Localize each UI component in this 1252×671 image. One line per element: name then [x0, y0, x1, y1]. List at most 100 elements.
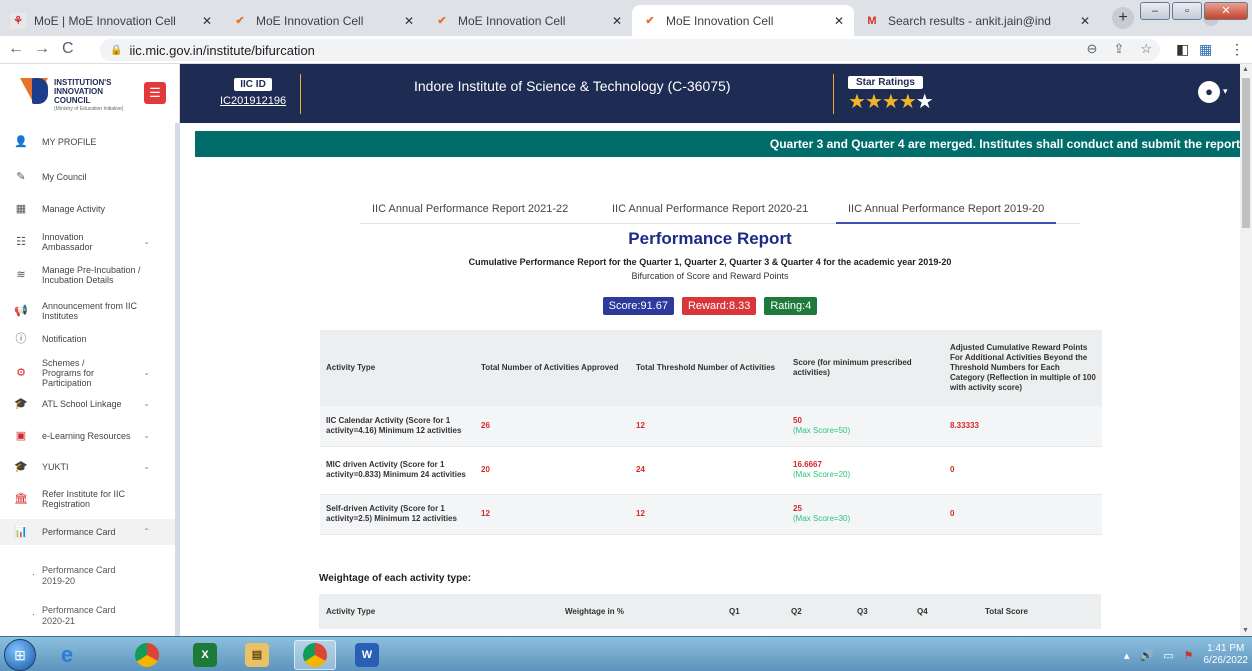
back-arrow-icon[interactable]: ← [8, 40, 24, 58]
close-icon[interactable]: ✕ [834, 14, 844, 28]
taskbar-word-icon[interactable]: W [346, 640, 388, 670]
reload-icon[interactable]: C [62, 40, 74, 58]
layers-icon: ≋ [16, 269, 26, 281]
iic-id-block: IIC ID IC201912196 [220, 76, 286, 107]
table-header-row: Activity Type Total Number of Activities… [320, 330, 1102, 406]
sidebar-item-manage-activity[interactable]: ▦ Manage Activity [0, 202, 175, 216]
score-value: 50 [793, 415, 802, 425]
announcement-marquee: Quarter 3 and Quarter 4 are merged. Inst… [195, 131, 1240, 157]
megaphone-icon: 📢 [14, 305, 28, 317]
sidebar-item-performance-card[interactable]: 📊 Performance Card ⌃ [0, 519, 175, 545]
score-cell: 25 (Max Score=30) [787, 494, 944, 535]
sidebar-item-my-profile[interactable]: 👤 MY PROFILE [0, 135, 175, 149]
sidepanel-icon[interactable]: ◧ [1176, 41, 1189, 58]
caret-down-icon[interactable]: ▾ [1223, 86, 1228, 97]
zoom-icon[interactable]: ⊖ [1087, 41, 1098, 57]
tab-title: Search results - ankit.jain@ind [888, 13, 1051, 28]
sidebar-item-yukti[interactable]: 🎓 YUKTI ⌄ [0, 460, 175, 474]
url-bar[interactable]: 🔒 iic.mic.gov.in/institute/bifurcation ⊖… [100, 39, 1160, 61]
star-filled-icon: ★ [881, 91, 900, 113]
scrollbar-thumb[interactable] [1242, 78, 1250, 228]
score-value: 16.6667 [793, 460, 822, 469]
scroll-down-arrow-icon[interactable]: ▼ [1242, 627, 1249, 634]
sidebar-item-label: YUKTI [42, 462, 69, 472]
forward-arrow-icon[interactable]: → [34, 40, 50, 58]
lock-icon: 🔒 [110, 44, 123, 56]
tab-report-2019-20[interactable]: IIC Annual Performance Report 2019-20 [836, 198, 1057, 224]
sidebar: 👤 MY PROFILE ✎ My Council ▦ Manage Activity… [0, 123, 180, 636]
browser-tab[interactable]: ✔ MoE Innovation Cell ✕ [222, 5, 424, 36]
close-icon[interactable]: ✕ [1080, 14, 1090, 28]
address-toolbar: ← → C 🔒 iic.mic.gov.in/institute/bifurca… [0, 36, 1252, 64]
sidebar-item-atl-school-linkage[interactable]: 🎓 ATL School Linkage ⌄ [0, 397, 175, 411]
column-header: Total Number of Activities Approved [475, 330, 630, 406]
iic-logo[interactable]: INSTITUTION'S INNOVATION COUNCIL (Minist… [0, 64, 180, 123]
menu-kebab-icon[interactable]: ⋮ [1230, 41, 1244, 58]
sidebar-item-schemes[interactable]: ⚙ Schemes / Programs for Participation ⌄ [0, 358, 175, 388]
tab-report-2020-21[interactable]: IIC Annual Performance Report 2020-21 [600, 198, 820, 224]
tab-title: MoE | MoE Innovation Cell [34, 13, 176, 28]
chevron-down-icon: ⌄ [143, 399, 150, 408]
share-icon[interactable]: ⇪ [1113, 41, 1124, 57]
window-close-button[interactable]: ✕ [1204, 2, 1248, 20]
column-header: Total Score [985, 607, 1028, 616]
tab-report-2021-22[interactable]: IIC Annual Performance Report 2021-22 [360, 198, 580, 224]
sidebar-item-label: Performance Card [42, 527, 116, 537]
sidebar-item-notification[interactable]: ⓘ Notification [0, 332, 175, 346]
sidebar-item-announcement[interactable]: 📢 Announcement from IIC Institutes [0, 299, 175, 323]
minimize-button[interactable]: – [1140, 2, 1170, 20]
sidebar-item-label: Refer Institute for IIC Registration [42, 489, 126, 509]
browser-tab[interactable]: ⚘ MoE | MoE Innovation Cell ✕ [0, 5, 222, 36]
tray-expand-icon[interactable]: ▴ [1124, 649, 1130, 662]
user-avatar-icon[interactable]: ● [1198, 81, 1220, 103]
hamburger-menu-icon[interactable]: ☰ [144, 82, 166, 104]
sidebar-subitem-performance-card-2020[interactable]: Performance Card 2020-21 [32, 605, 122, 627]
table-icon: ▦ [15, 203, 27, 215]
chevron-down-icon: ⌄ [143, 431, 150, 440]
max-score-value: (Max Score=30) [793, 514, 851, 523]
extension-icon[interactable]: ▦ [1199, 41, 1212, 58]
sidebar-item-refer-institute[interactable]: 🏛 Refer Institute for IIC Registration [0, 487, 175, 511]
sidebar-item-innovation-ambassador[interactable]: ☷ Innovation Ambassador ⌄ [0, 230, 175, 254]
sidebar-subitem-performance-card-2019[interactable]: Performance Card 2019-20 [32, 565, 122, 587]
report-subtitle-secondary: Bifurcation of Score and Reward Points [631, 271, 789, 281]
reward-cell: 8.33333 [944, 406, 1102, 447]
volume-icon[interactable]: 🔊 [1140, 649, 1154, 662]
browser-tab-active[interactable]: ✔ MoE Innovation Cell ✕ [632, 5, 854, 36]
browser-tab[interactable]: ✔ MoE Innovation Cell ✕ [424, 5, 632, 36]
rating-badge: Rating:4 [764, 297, 818, 315]
table-row: MIC driven Activity (Score for 1 activit… [320, 446, 1102, 495]
sidebar-item-label: Notification [42, 334, 87, 344]
close-icon[interactable]: ✕ [202, 14, 212, 28]
flag-icon[interactable]: ⚑ [1184, 649, 1194, 662]
bookmark-star-icon[interactable]: ☆ [1140, 41, 1152, 57]
scroll-up-arrow-icon[interactable]: ▲ [1242, 66, 1249, 73]
reward-badge: Reward:8.33 [681, 297, 757, 315]
logo-subtitle: (Ministry of Education Initiative) [54, 106, 124, 112]
taskbar-ie-icon[interactable]: e [46, 640, 88, 670]
close-icon[interactable]: ✕ [404, 14, 414, 28]
close-icon[interactable]: ✕ [612, 14, 622, 28]
start-button[interactable]: ⊞ [4, 639, 36, 671]
url-text: iic.mic.gov.in/institute/bifurcation [129, 42, 315, 58]
sidebar-item-my-council[interactable]: ✎ My Council [0, 170, 175, 184]
taskbar-explorer-icon[interactable]: ▤ [236, 640, 278, 670]
column-header: Activity Type [320, 330, 475, 406]
clock[interactable]: 1:41 PM 6/26/2022 [1204, 643, 1249, 667]
sidebar-item-e-learning[interactable]: ▣ e-Learning Resources ⌄ [0, 429, 175, 443]
taskbar-chrome-active-icon[interactable] [294, 640, 336, 670]
network-icon[interactable]: ▭ [1163, 649, 1173, 662]
table-row: IIC Calendar Activity (Score for 1 activ… [320, 406, 1102, 447]
page-scrollbar[interactable]: ▲ ▼ [1240, 64, 1252, 636]
moe-icon: ⚘ [10, 12, 26, 29]
taskbar-excel-icon[interactable]: X [184, 640, 226, 670]
browser-tab[interactable]: M Search results - ankit.jain@ind ✕ [854, 5, 1100, 36]
activity-type-cell: IIC Calendar Activity (Score for 1 activ… [320, 406, 475, 447]
new-tab-button[interactable]: + [1112, 7, 1134, 29]
word-icon: W [355, 643, 379, 667]
taskbar-chrome-icon[interactable] [126, 640, 168, 670]
maximize-button[interactable]: ▫ [1172, 2, 1202, 20]
iic-id-link[interactable]: IC201912196 [220, 95, 286, 107]
sidebar-item-pre-incubation[interactable]: ≋ Manage Pre-Incubation / Incubation Deta… [0, 263, 175, 287]
sidebar-item-label: Manage Pre-Incubation / Incubation Detai… [42, 265, 141, 285]
